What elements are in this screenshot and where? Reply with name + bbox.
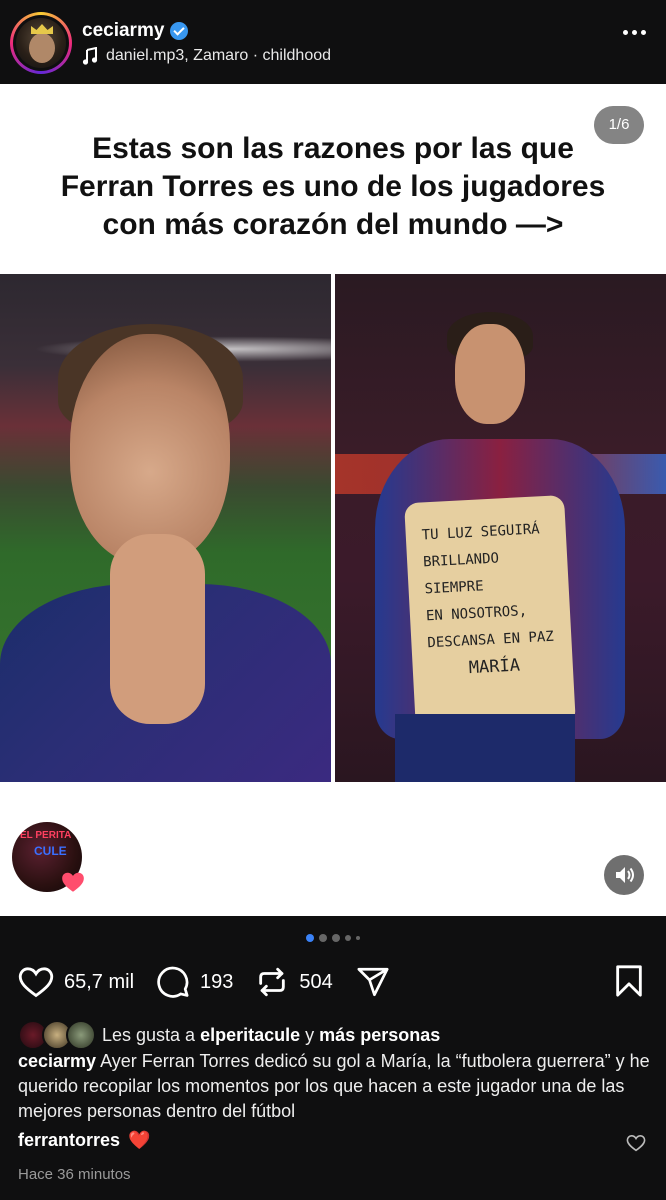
username-row[interactable]: ceciarmy	[82, 20, 189, 42]
comment-like-icon[interactable]	[626, 1134, 646, 1152]
heart-badge-icon	[62, 872, 84, 892]
post-caption: ceciarmy Ayer Ferran Torres dedicó su go…	[18, 1049, 652, 1124]
more-icon[interactable]	[623, 30, 646, 35]
repost-button[interactable]: 504	[255, 965, 333, 999]
profile-avatar[interactable]	[10, 12, 72, 74]
heart-icon	[18, 967, 54, 998]
carousel-dot[interactable]	[345, 935, 351, 941]
headline-line: Estas son las razones por las que	[92, 132, 574, 165]
liked-by-connector: y	[305, 1024, 315, 1045]
like-button[interactable]: 65,7 mil	[18, 965, 134, 999]
comment-icon	[157, 966, 189, 998]
audio-attribution[interactable]: daniel.mp3, Zamaro · childhood	[82, 47, 331, 65]
headline-line: con más corazón del mundo —>	[102, 208, 564, 241]
avatar-sign-text: CULE	[34, 844, 67, 858]
carousel-dot[interactable]	[332, 934, 340, 942]
avatar-sign-text: EL PERITA	[20, 830, 72, 841]
comment-button[interactable]: 193	[156, 965, 233, 999]
sound-icon	[616, 867, 634, 883]
carousel-dot[interactable]	[319, 934, 327, 942]
photo-celebration: TU LUZ SEGUIRÁ BRILLANDO SIEMPRE EN NOSO…	[335, 274, 666, 782]
caption-username[interactable]: ceciarmy	[18, 1051, 96, 1071]
slide-counter: 1/6	[594, 106, 644, 144]
liked-by-prefix: Les gusta a	[102, 1024, 196, 1045]
save-button[interactable]	[614, 964, 644, 1003]
music-note-icon	[82, 47, 98, 65]
comment-text: ❤️	[128, 1130, 151, 1150]
shirt-line: BRILLANDO SIEMPRE	[422, 550, 500, 598]
post-media[interactable]: Estas son las razones por las que Ferran…	[0, 84, 666, 916]
comment-preview[interactable]: ferrantorres ❤️	[18, 1130, 150, 1151]
post-headline: Estas son las razones por las que Ferran…	[0, 130, 666, 244]
shirt-message: TU LUZ SEGUIRÁ BRILLANDO SIEMPRE EN NOSO…	[404, 494, 576, 734]
liked-by-user[interactable]: elperitacule	[200, 1025, 300, 1046]
sound-button[interactable]	[604, 855, 644, 895]
liker-avatars	[18, 1020, 98, 1050]
carousel-dot[interactable]	[356, 936, 360, 940]
action-bar: 65,7 mil 193 504	[18, 962, 648, 1002]
repost-icon	[259, 967, 286, 997]
carousel-dots	[0, 934, 666, 942]
audio-label: daniel.mp3, Zamaro · childhood	[106, 47, 332, 64]
post-timestamp: Hace 36 minutos	[18, 1166, 131, 1183]
comment-count: 193	[200, 970, 234, 993]
liked-by-others[interactable]: más personas	[319, 1025, 440, 1046]
caption-text: Ayer Ferran Torres dedicó su gol a María…	[18, 1051, 650, 1121]
photo-selfie	[0, 274, 331, 782]
liked-by[interactable]: Les gusta a elperitacule y más personas	[18, 1020, 440, 1050]
username[interactable]: ceciarmy	[82, 20, 164, 42]
bookmark-icon	[616, 965, 642, 997]
like-count: 65,7 mil	[64, 970, 135, 993]
headline-line: Ferran Torres es uno de los jugadores	[60, 170, 606, 203]
share-button[interactable]	[355, 965, 391, 999]
post-header: ceciarmy daniel.mp3, Zamaro · childhood	[0, 0, 666, 84]
repost-count: 504	[299, 970, 333, 993]
comment-username[interactable]: ferrantorres	[18, 1130, 120, 1151]
verified-icon	[170, 22, 189, 40]
share-icon	[357, 967, 389, 997]
carousel-dot[interactable]	[306, 934, 314, 942]
